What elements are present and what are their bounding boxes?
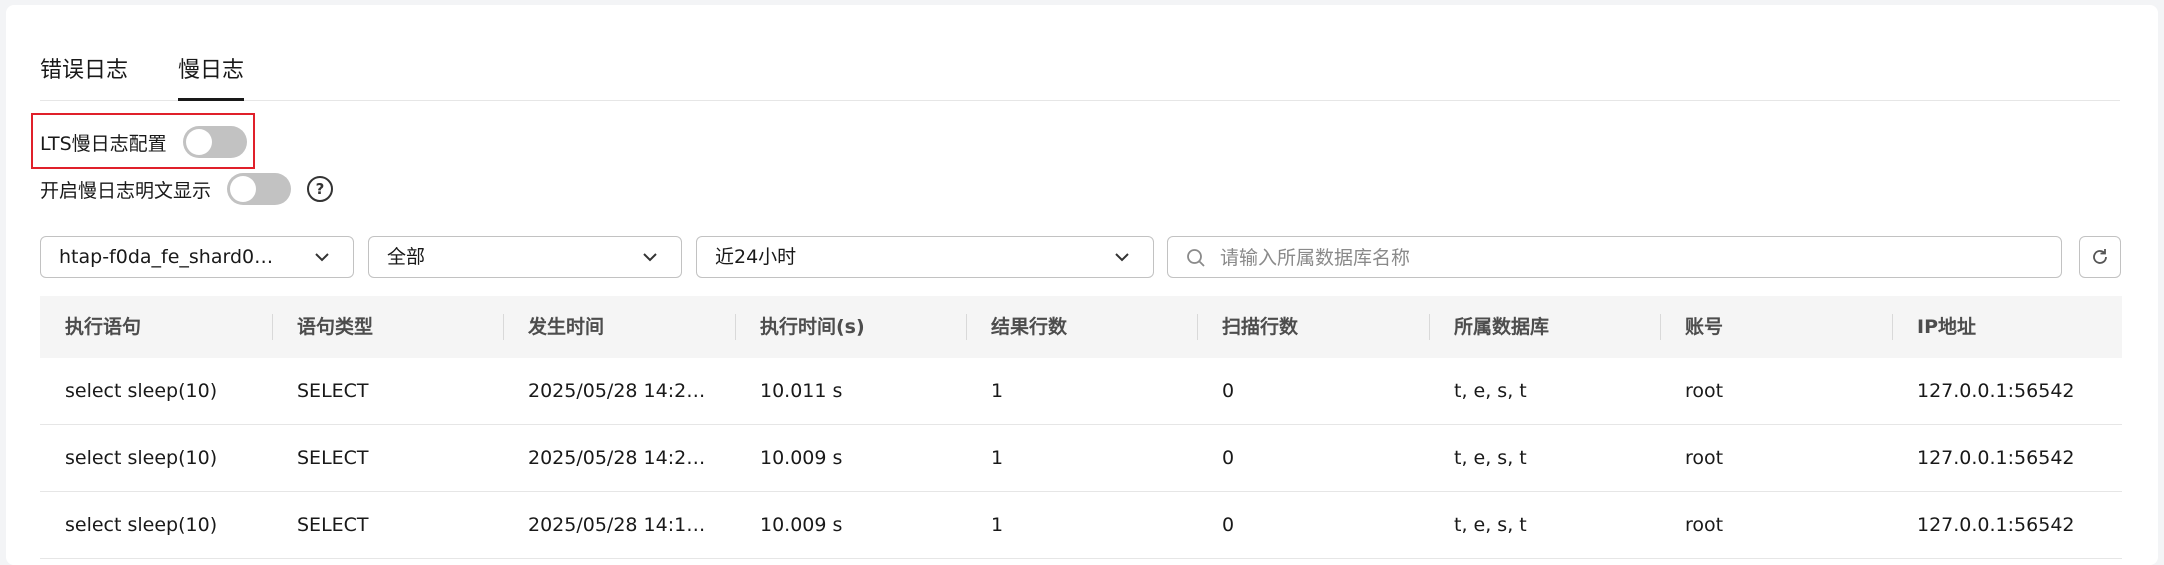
column-header-scanned-rows: 扫描行数 bbox=[1197, 296, 1422, 358]
instance-select-value: htap-f0da_fe_shard01_node01 bbox=[59, 246, 283, 268]
cell-occurred-time: 2025/05/28 14:18:… bbox=[528, 514, 708, 536]
lts-config-row: LTS慢日志配置 bbox=[40, 124, 247, 160]
cell-statement: select sleep(10) bbox=[65, 447, 218, 469]
cell-result-rows: 1 bbox=[991, 514, 1004, 536]
cell-account: root bbox=[1685, 514, 1724, 536]
time-range-select[interactable]: 近24小时 bbox=[696, 236, 1154, 278]
cell-scanned-rows: 0 bbox=[1222, 447, 1235, 469]
table-row: select sleep(10) SELECT 2025/05/28 14:27… bbox=[40, 358, 2122, 425]
column-header-ip-address: IP地址 bbox=[1892, 296, 2117, 358]
cell-scanned-rows: 0 bbox=[1222, 380, 1235, 402]
column-header-account: 账号 bbox=[1660, 296, 1885, 358]
database-search-input[interactable] bbox=[1218, 237, 2042, 279]
chevron-down-icon bbox=[643, 253, 657, 262]
cell-result-rows: 1 bbox=[991, 447, 1004, 469]
column-header-statement: 执行语句 bbox=[65, 316, 142, 338]
cell-database: t, e, s, t bbox=[1454, 447, 1527, 469]
column-header-database: 所属数据库 bbox=[1429, 296, 1654, 358]
cell-scanned-rows: 0 bbox=[1222, 514, 1235, 536]
refresh-icon bbox=[2093, 249, 2107, 264]
cell-statement-type: SELECT bbox=[297, 447, 369, 469]
column-header-result-rows: 结果行数 bbox=[966, 296, 1191, 358]
cell-account: root bbox=[1685, 380, 1724, 402]
cell-statement-type: SELECT bbox=[297, 380, 369, 402]
table-header: 执行语句 语句类型 发生时间 执行时间(s) 结果行数 扫描行数 所属数据库 账… bbox=[40, 296, 2122, 358]
help-icon[interactable]: ? bbox=[307, 176, 334, 202]
cell-result-rows: 1 bbox=[991, 380, 1004, 402]
slow-log-table: 执行语句 语句类型 发生时间 执行时间(s) 结果行数 扫描行数 所属数据库 账… bbox=[40, 296, 2122, 559]
cell-statement: select sleep(10) bbox=[65, 514, 218, 536]
lts-config-toggle[interactable] bbox=[182, 126, 247, 158]
cell-execution-time: 10.009 s bbox=[760, 447, 843, 469]
table-row: select sleep(10) SELECT 2025/05/28 14:18… bbox=[40, 492, 2122, 559]
statement-type-select[interactable]: 全部 bbox=[368, 236, 682, 278]
database-search bbox=[1167, 236, 2062, 279]
table-row: select sleep(10) SELECT 2025/05/28 14:26… bbox=[40, 425, 2122, 492]
cell-ip-address: 127.0.0.1:56542 bbox=[1917, 514, 2075, 536]
plaintext-display-row: 开启慢日志明文显示 ? bbox=[40, 171, 334, 207]
tab-slow-log[interactable]: 慢日志 bbox=[178, 56, 245, 101]
cell-statement: select sleep(10) bbox=[65, 380, 218, 402]
cell-database: t, e, s, t bbox=[1454, 514, 1527, 536]
plaintext-display-label: 开启慢日志明文显示 bbox=[40, 179, 212, 202]
cell-execution-time: 10.009 s bbox=[760, 514, 843, 536]
plaintext-display-toggle[interactable] bbox=[227, 173, 292, 205]
tab-error-log[interactable]: 错误日志 bbox=[40, 56, 128, 86]
statement-type-select-value: 全部 bbox=[387, 246, 426, 268]
cell-ip-address: 127.0.0.1:56542 bbox=[1917, 380, 2075, 402]
lts-config-label: LTS慢日志配置 bbox=[40, 132, 167, 155]
refresh-button[interactable] bbox=[2079, 236, 2121, 278]
search-icon bbox=[1187, 249, 1205, 267]
time-range-select-value: 近24小时 bbox=[715, 246, 797, 268]
column-header-occurred-time: 发生时间 bbox=[503, 296, 708, 358]
column-header-execution-time: 执行时间(s) bbox=[735, 296, 960, 358]
cell-ip-address: 127.0.0.1:56542 bbox=[1917, 447, 2075, 469]
column-header-statement-type: 语句类型 bbox=[272, 296, 497, 358]
cell-occurred-time: 2025/05/28 14:26:… bbox=[528, 447, 708, 469]
cell-occurred-time: 2025/05/28 14:27:… bbox=[528, 380, 708, 402]
cell-execution-time: 10.011 s bbox=[760, 380, 843, 402]
instance-select[interactable]: htap-f0da_fe_shard01_node01 bbox=[40, 236, 354, 278]
cell-database: t, e, s, t bbox=[1454, 380, 1527, 402]
cell-statement-type: SELECT bbox=[297, 514, 369, 536]
chevron-down-icon bbox=[1115, 253, 1129, 262]
log-tabs: 错误日志 慢日志 bbox=[40, 50, 2120, 101]
chevron-down-icon bbox=[315, 253, 329, 262]
cell-account: root bbox=[1685, 447, 1724, 469]
